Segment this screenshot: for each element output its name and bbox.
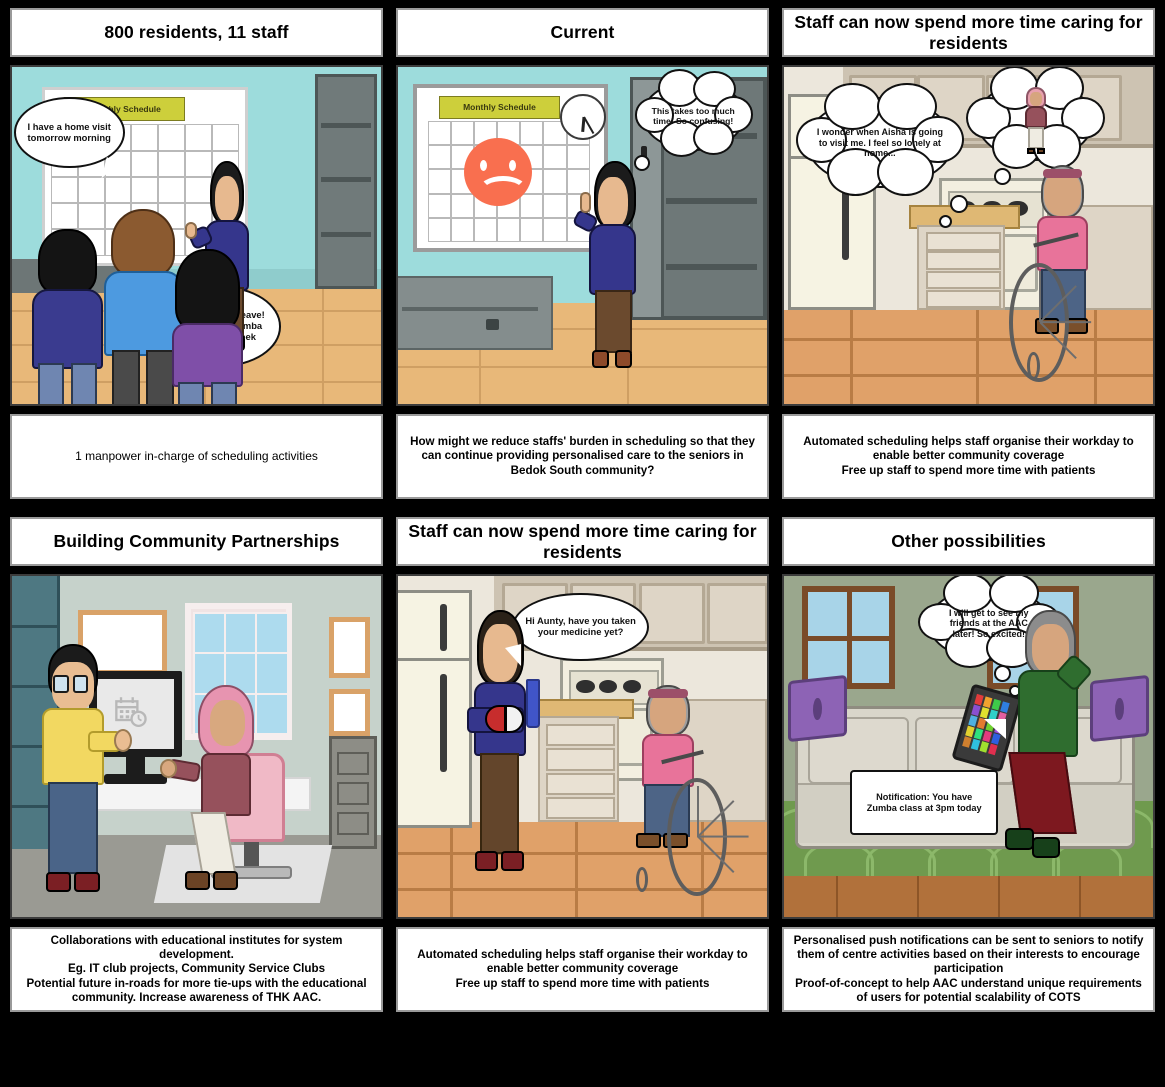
staff-member-figure-1 bbox=[27, 228, 108, 404]
thought-bubble-text: I wonder when Aisha is going to visit me… bbox=[816, 126, 944, 159]
panel-4-caption: Collaborations with educational institut… bbox=[10, 927, 383, 1012]
panel-5-title: Staff can now spend more time caring for… bbox=[396, 517, 769, 566]
thought-bubble-lonely: I wonder when Aisha is going to visit me… bbox=[795, 82, 964, 196]
storyboard-cell-6: Other possibilities I will get to see my… bbox=[782, 517, 1155, 1012]
monitor-base bbox=[104, 773, 167, 784]
storyboard-cell-4: Building Community Partnerships Collabor… bbox=[10, 517, 383, 1012]
aac-staff-seated-figure bbox=[159, 685, 263, 896]
staff-confused-figure bbox=[571, 161, 652, 383]
panel-6-title: Other possibilities bbox=[782, 517, 1155, 566]
throw-pillow bbox=[787, 675, 847, 743]
wood-floor bbox=[784, 876, 1153, 917]
staff-member-figure-3 bbox=[167, 248, 248, 404]
panel-1-illustration: Monthly Schedule I have a home visit tom… bbox=[10, 65, 383, 406]
senior-sofa-figure bbox=[1005, 610, 1095, 883]
wall-clock-icon bbox=[560, 93, 607, 140]
caption-text: How might we reduce staffs' burden in sc… bbox=[410, 435, 755, 477]
speech-tail-5 bbox=[505, 644, 521, 667]
storyboard-row-2: Building Community Partnerships Collabor… bbox=[10, 517, 1155, 1012]
monthly-schedule-header: Monthly Schedule bbox=[438, 95, 561, 120]
window-left bbox=[802, 586, 895, 689]
panel-2-illustration: Monthly Schedule This takes too much tim… bbox=[396, 65, 769, 406]
counter bbox=[398, 275, 553, 351]
caption-text: Personalised push notifications can be s… bbox=[793, 934, 1144, 1004]
caption-text: 1 manpower in-charge of scheduling activ… bbox=[75, 449, 318, 464]
senior-wheelchair-figure bbox=[1008, 164, 1113, 387]
panel-3-illustration: I wonder when Aisha is going to visit me… bbox=[782, 65, 1155, 406]
notification-tail bbox=[976, 719, 1006, 740]
filing-cabinet bbox=[329, 736, 378, 849]
panel-1-caption: 1 manpower in-charge of scheduling activ… bbox=[10, 414, 383, 499]
storyboard-cell-3: Staff can now spend more time caring for… bbox=[782, 8, 1155, 499]
storyboard-cell-2: Current Monthly Schedule This takes too … bbox=[396, 8, 769, 499]
panel-2-title: Current bbox=[396, 8, 769, 57]
calendar-clock-icon bbox=[115, 696, 147, 727]
wall-picture-frame bbox=[329, 616, 370, 679]
caption-text: Collaborations with educational institut… bbox=[26, 934, 367, 1004]
speech-bubble-text: I have a home visit tomorrow morning bbox=[27, 120, 111, 143]
storyboard-cell-5: Staff can now spend more time caring for… bbox=[396, 517, 769, 1012]
notification-bubble: Notification: You have Zumba class at 3p… bbox=[850, 770, 998, 836]
lower-cabinets bbox=[538, 715, 620, 822]
storyboard-row-1: 800 residents, 11 staff Monthly Schedule… bbox=[10, 8, 1155, 499]
caption-text: Automated scheduling helps staff organis… bbox=[417, 948, 748, 990]
panel-6-caption: Personalised push notifications can be s… bbox=[782, 927, 1155, 1012]
panel-3-title: Staff can now spend more time caring for… bbox=[782, 8, 1155, 57]
panel-2-caption: How might we reduce staffs' burden in sc… bbox=[396, 414, 769, 499]
senior-wheelchair-figure bbox=[619, 685, 749, 897]
thought-bubble-text: This takes too much time! So confusing! bbox=[651, 105, 735, 126]
thought-bubble-aisha-image bbox=[966, 67, 1106, 169]
storage-cabinet bbox=[314, 73, 378, 290]
lower-cabinets bbox=[916, 225, 1006, 310]
caregiver-staff-figure bbox=[461, 610, 542, 896]
panel-3-caption: Automated scheduling helps staff organis… bbox=[782, 414, 1155, 499]
storyboard: 800 residents, 11 staff Monthly Schedule… bbox=[0, 0, 1165, 1087]
panel-4-illustration bbox=[10, 574, 383, 919]
storyboard-cell-1: 800 residents, 11 staff Monthly Schedule… bbox=[10, 8, 383, 499]
aisha-thumbnail-figure bbox=[1023, 86, 1049, 157]
caption-text: Automated scheduling helps staff organis… bbox=[803, 435, 1134, 477]
thought-bubble-too-much-time: This takes too much time! So confusing! bbox=[635, 69, 753, 157]
it-volunteer-figure bbox=[38, 644, 132, 900]
panel-5-illustration: Hi Aunty, have you taken your medicine y… bbox=[396, 574, 769, 919]
thought-dot bbox=[950, 195, 969, 214]
throw-pillow bbox=[1090, 675, 1150, 743]
sad-face-icon bbox=[464, 137, 533, 206]
panel-1-title: 800 residents, 11 staff bbox=[10, 8, 383, 57]
wheelchair-wheel bbox=[667, 778, 749, 897]
wall-picture-frame bbox=[329, 688, 370, 737]
notification-text: Notification: You have Zumba class at 3p… bbox=[866, 792, 982, 813]
panel-5-caption: Automated scheduling helps staff organis… bbox=[396, 927, 769, 1012]
panel-4-title: Building Community Partnerships bbox=[10, 517, 383, 566]
panel-6-illustration: I will get to see my friends at the AAC … bbox=[782, 574, 1155, 919]
